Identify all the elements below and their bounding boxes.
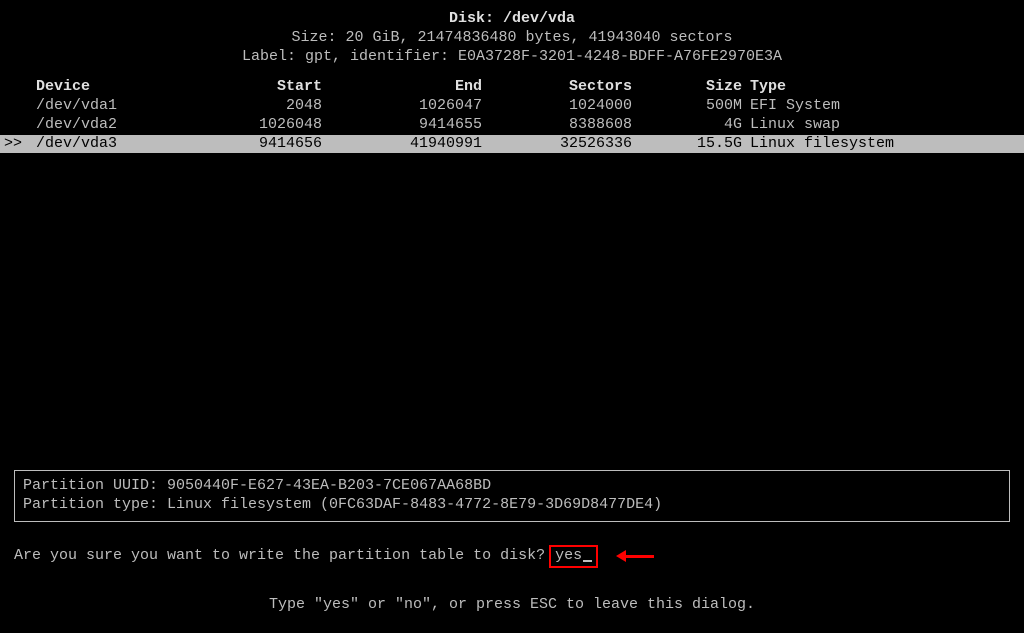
cell-end: 41940991 (324, 135, 484, 154)
table-row-selected[interactable]: >> /dev/vda3 9414656 41940991 32526336 1… (0, 135, 1024, 154)
cell-device: /dev/vda3 (24, 135, 184, 154)
partition-uuid: Partition UUID: 9050440F-E627-43EA-B203-… (23, 477, 1001, 496)
cell-start: 1026048 (184, 116, 324, 135)
col-start-header: Start (184, 78, 324, 97)
row-marker (0, 97, 24, 116)
row-marker (0, 116, 24, 135)
annotation-arrow-icon (616, 550, 654, 562)
cell-type: Linux swap (744, 116, 1004, 135)
confirm-prompt: Are you sure you want to write the parti… (14, 545, 654, 568)
cell-type: Linux filesystem (744, 135, 1004, 154)
cell-end: 1026047 (324, 97, 484, 116)
col-sectors-header: Sectors (484, 78, 634, 97)
table-header-row: Device Start End Sectors Size Type (0, 78, 1024, 97)
partition-table: Device Start End Sectors Size Type /dev/… (0, 78, 1024, 153)
cell-device: /dev/vda2 (24, 116, 184, 135)
confirm-input-value: yes (555, 547, 582, 566)
cursor-icon (583, 560, 592, 562)
cell-size: 500M (634, 97, 744, 116)
partition-info-box: Partition UUID: 9050440F-E627-43EA-B203-… (14, 470, 1010, 522)
cell-start: 2048 (184, 97, 324, 116)
cell-size: 15.5G (634, 135, 744, 154)
prompt-question: Are you sure you want to write the parti… (14, 547, 545, 566)
cell-sectors: 32526336 (484, 135, 634, 154)
cell-size: 4G (634, 116, 744, 135)
table-row[interactable]: /dev/vda1 2048 1026047 1024000 500M EFI … (0, 97, 1024, 116)
disk-title: Disk: /dev/vda (0, 10, 1024, 29)
header-block: Disk: /dev/vda Size: 20 GiB, 21474836480… (0, 10, 1024, 66)
table-row[interactable]: /dev/vda2 1026048 9414655 8388608 4G Lin… (0, 116, 1024, 135)
cell-sectors: 1024000 (484, 97, 634, 116)
cell-sectors: 8388608 (484, 116, 634, 135)
col-type-header: Type (744, 78, 1004, 97)
cell-type: EFI System (744, 97, 1004, 116)
cell-end: 9414655 (324, 116, 484, 135)
cell-start: 9414656 (184, 135, 324, 154)
cell-device: /dev/vda1 (24, 97, 184, 116)
disk-size-line: Size: 20 GiB, 21474836480 bytes, 4194304… (0, 29, 1024, 48)
col-marker (0, 78, 24, 97)
col-end-header: End (324, 78, 484, 97)
footer-hint: Type "yes" or "no", or press ESC to leav… (0, 596, 1024, 615)
partition-type: Partition type: Linux filesystem (0FC63D… (23, 496, 1001, 515)
disk-label-line: Label: gpt, identifier: E0A3728F-3201-42… (0, 48, 1024, 67)
col-device-header: Device (24, 78, 184, 97)
confirm-input[interactable]: yes (549, 545, 598, 568)
cfdisk-screen: Disk: /dev/vda Size: 20 GiB, 21474836480… (0, 0, 1024, 633)
row-marker: >> (0, 135, 24, 154)
col-size-header: Size (634, 78, 744, 97)
